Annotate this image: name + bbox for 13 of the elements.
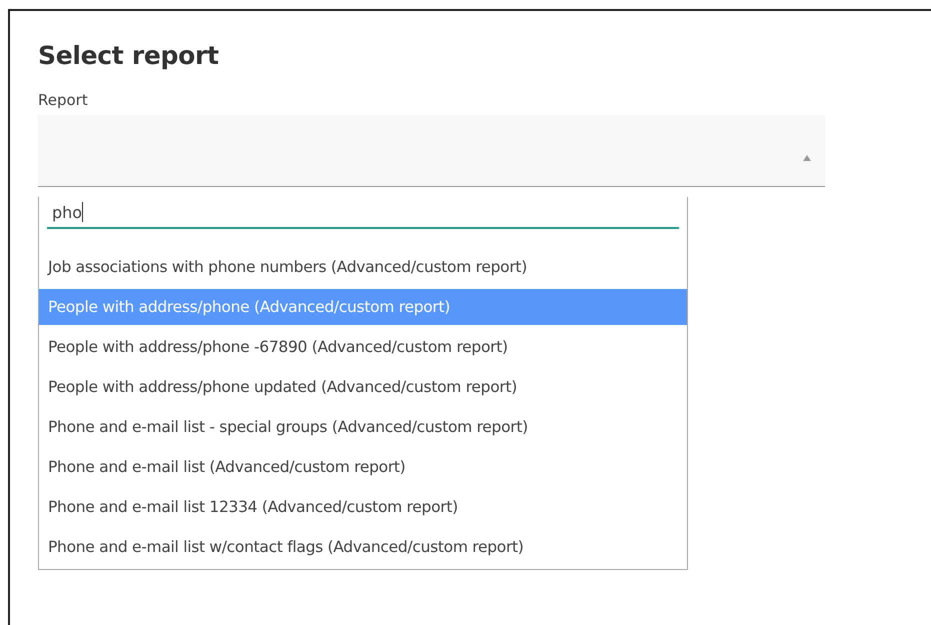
report-option[interactable]: Phone and e-mail list 12334 (Advanced/custom report) xyxy=(39,487,687,527)
report-option[interactable]: Phone and e-mail list w/contact flags (Advanced/custom report) xyxy=(39,527,687,567)
text-cursor xyxy=(82,202,84,222)
search-field[interactable]: pho xyxy=(47,197,679,229)
report-option[interactable]: Phone and e-mail list - special groups (Advanced/custom report) xyxy=(39,407,687,447)
field-label: Report xyxy=(38,91,88,109)
report-option[interactable]: Job associations with phone numbers (Advanced/custom report) xyxy=(39,247,687,287)
report-select[interactable] xyxy=(38,115,825,187)
report-option[interactable]: People with address/phone updated (Advanced/custom report) xyxy=(39,367,687,407)
page-title: Select report xyxy=(38,41,220,70)
caret-icon xyxy=(803,155,811,161)
report-option[interactable]: People with address/phone -67890 (Advanced/custom report) xyxy=(39,327,687,367)
report-option[interactable]: Phone and e-mail list (Advanced/custom report) xyxy=(39,447,687,487)
